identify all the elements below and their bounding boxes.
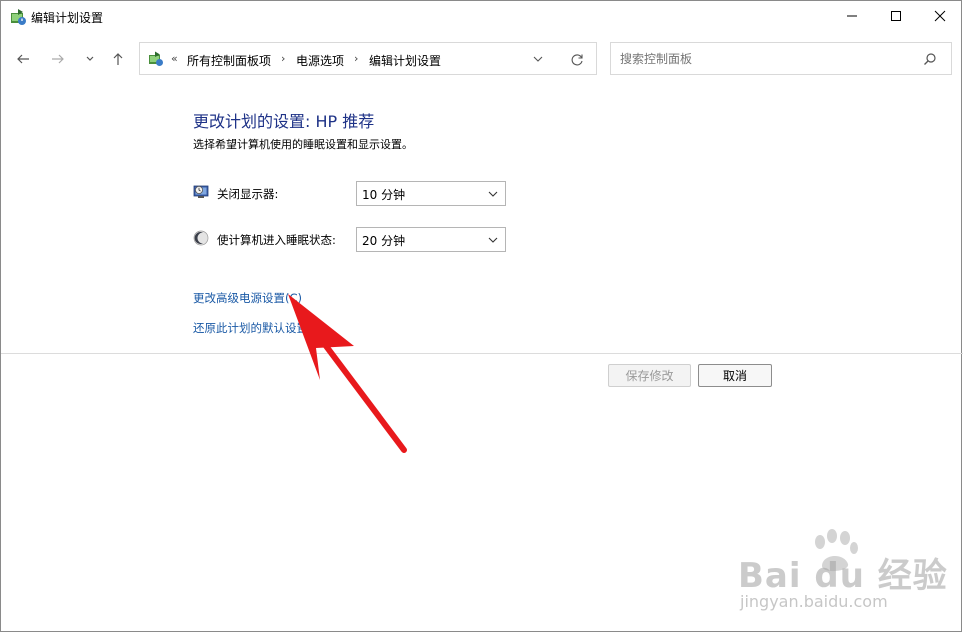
turn-off-display-select[interactable]: 10 分钟: [356, 181, 506, 206]
chevron-down-icon[interactable]: [532, 53, 544, 65]
address-segment-edit-plan[interactable]: 编辑计划设置: [369, 52, 441, 69]
sleep-label: 使计算机进入睡眠状态:: [217, 233, 336, 247]
control-panel-icon: [149, 51, 163, 66]
refresh-icon[interactable]: [570, 53, 584, 67]
address-segment-all-items[interactable]: 所有控制面板项: [187, 52, 271, 69]
page-title: 更改计划的设置: HP 推荐: [193, 112, 375, 131]
minimize-icon: [847, 15, 857, 17]
display-icon: [193, 185, 209, 198]
address-separator[interactable]: ›: [354, 52, 358, 65]
save-changes-button[interactable]: 保存修改: [608, 364, 691, 387]
turn-off-display-label: 关闭显示器:: [217, 187, 279, 201]
close-button[interactable]: [917, 1, 963, 31]
divider: [1, 353, 963, 354]
baidu-watermark: Bai du 经验 jingyan.baidu.com: [738, 528, 947, 618]
forward-button[interactable]: [48, 49, 68, 69]
window-title: 编辑计划设置: [31, 11, 104, 25]
maximize-icon: [891, 11, 901, 21]
chevron-down-icon: [488, 237, 498, 243]
address-overflow[interactable]: «: [171, 52, 178, 65]
minimize-button[interactable]: [829, 1, 875, 31]
arrow-up-icon: [113, 53, 123, 65]
back-button[interactable]: [13, 49, 33, 69]
arrow-right-icon: [52, 54, 64, 64]
advanced-power-settings-link[interactable]: 更改高级电源设置(C): [193, 290, 302, 306]
moon-icon: [193, 230, 209, 246]
address-separator[interactable]: ›: [281, 52, 285, 65]
address-segment-power-options[interactable]: 电源选项: [296, 52, 344, 69]
watermark-text: Bai du 经验: [738, 556, 948, 596]
turn-off-display-value: 10 分钟: [362, 188, 406, 202]
power-options-icon: [11, 9, 26, 25]
up-button[interactable]: [108, 49, 128, 69]
chevron-down-icon: [488, 191, 498, 197]
recent-locations-button[interactable]: [80, 49, 100, 69]
watermark-url: jingyan.baidu.com: [740, 592, 888, 611]
cancel-button[interactable]: 取消: [698, 364, 772, 387]
arrow-left-icon: [17, 54, 29, 64]
maximize-button[interactable]: [873, 1, 919, 31]
restore-defaults-link[interactable]: 还原此计划的默认设置(R): [193, 320, 325, 336]
title-bar: 编辑计划设置: [1, 1, 961, 33]
sleep-value: 20 分钟: [362, 234, 406, 248]
search-icon[interactable]: [923, 52, 937, 66]
search-input[interactable]: [610, 42, 952, 75]
sleep-select[interactable]: 20 分钟: [356, 227, 506, 252]
close-icon: [934, 10, 946, 22]
chevron-down-icon: [86, 56, 94, 61]
page-subtitle: 选择希望计算机使用的睡眠设置和显示设置。: [193, 138, 413, 151]
address-bar[interactable]: « 所有控制面板项 › 电源选项 › 编辑计划设置: [139, 42, 597, 75]
